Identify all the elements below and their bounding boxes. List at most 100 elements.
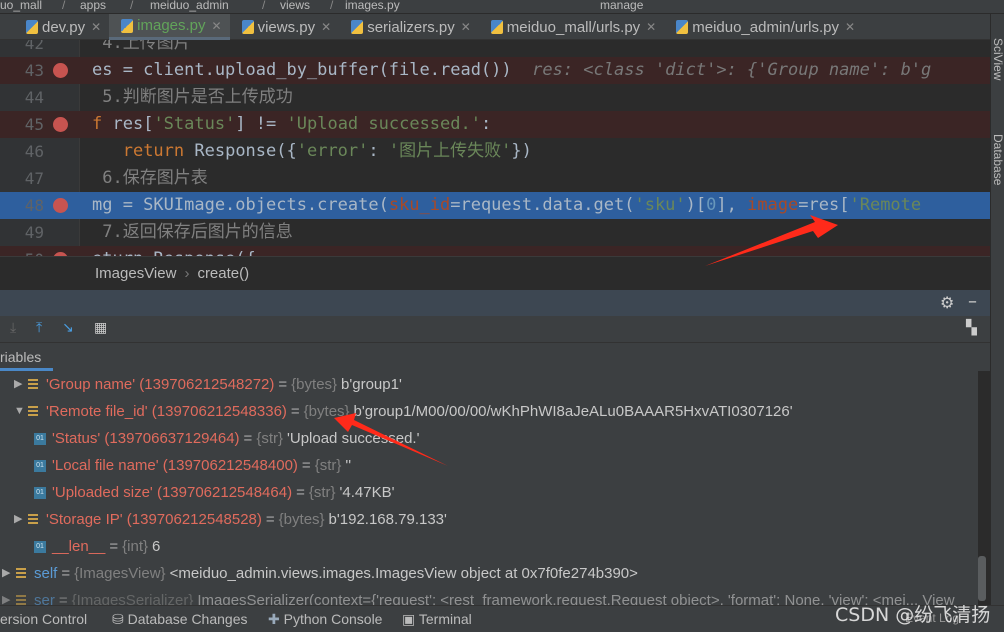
tab-views-py[interactable]: views.py ✕ — [230, 14, 340, 40]
minimize-icon[interactable]: – — [968, 291, 977, 312]
field-icon — [28, 379, 38, 390]
breakpoint-icon[interactable] — [53, 198, 68, 213]
line-number: 43 — [24, 61, 44, 80]
code-line[interactable]: 47 6.保存图片表 — [0, 165, 990, 192]
close-icon[interactable]: ✕ — [845, 20, 855, 34]
tab-label: serializers.py — [367, 18, 455, 36]
variables-tree[interactable]: ▶ 'Group name' (139706212548272) = {bytes} b… — [0, 371, 978, 605]
close-icon[interactable]: ✕ — [212, 19, 222, 33]
tab-dev-py[interactable]: dev.py ✕ — [14, 14, 109, 40]
tab-meiduo-admin-urls-py[interactable]: meiduo_admin/urls.py ✕ — [664, 14, 863, 40]
variable-row[interactable]: ▶ 'Group name' (139706212548272) = {bytes} b… — [14, 371, 402, 398]
run-config[interactable]: manage — [600, 0, 643, 12]
code-text: eturn Response({ — [92, 246, 256, 256]
tab-label: images.py — [137, 17, 206, 34]
variable-row[interactable]: ▼ 'Remote file_id' (139706212548336) = {byt… — [14, 398, 793, 425]
variable-row[interactable]: ▶ self = {ImagesView} <meiduo_admin.views.im… — [2, 560, 638, 587]
sciview-tab[interactable]: SciView — [991, 38, 1004, 80]
code-token: res: <class 'dict'>: {'Group name': b'g — [511, 60, 932, 80]
value-icon: 01 — [34, 540, 46, 553]
code-token: =res[ — [798, 195, 850, 215]
variable-name: 'Group name' (139706212548272) — [46, 376, 275, 393]
code-token: 'Upload successed.' — [286, 114, 481, 134]
variable-type: {ImagesView} — [74, 565, 166, 582]
python-file-icon — [241, 20, 254, 34]
code-token: image — [747, 195, 799, 215]
tab-serializers-py[interactable]: serializers.py ✕ — [339, 14, 479, 40]
collapsed-arrow-icon[interactable]: ▶ — [14, 371, 28, 398]
python-file-icon — [26, 20, 38, 34]
tab-label: views.py — [257, 18, 316, 36]
variable-row[interactable]: ▶ ser = {ImagesSerializer} ImagesSerializer(… — [2, 587, 955, 605]
breakpoint-icon[interactable] — [53, 63, 68, 78]
breakpoint-icon[interactable] — [53, 117, 68, 132]
code-line[interactable]: 50 eturn Response({ — [0, 246, 990, 256]
variable-name: 'Uploaded size' (139706212548464) — [52, 484, 293, 501]
tab-meiduo-mall-urls-py[interactable]: meiduo_mall/urls.py ✕ — [479, 14, 664, 40]
variable-row[interactable]: 01 __len__ = {int} 6 — [34, 533, 160, 560]
run-to-cursor-icon[interactable]: ↘ — [62, 320, 74, 336]
variable-row[interactable]: 01 'Status' (139706637129464) = {str} 'Uploa… — [34, 425, 419, 452]
variable-name: ser — [34, 592, 55, 605]
code-line[interactable]: 42 4.上传图片 — [0, 40, 990, 57]
expanded-arrow-icon[interactable]: ▼ — [14, 398, 28, 425]
database-changes-label: Database Changes — [127, 611, 248, 627]
variable-row[interactable]: 01 'Local file name' (139706212548400) = {s… — [34, 452, 351, 479]
nav-path-1[interactable]: apps — [80, 0, 106, 12]
collapsed-arrow-icon[interactable]: ▶ — [14, 506, 28, 533]
variable-row[interactable]: 01 'Uploaded size' (139706212548464) = {str… — [34, 479, 394, 506]
collapsed-arrow-icon[interactable]: ▶ — [2, 560, 16, 587]
code-editor[interactable]: 42 4.上传图片 43 es = client.upload_by_buffer(… — [0, 40, 990, 256]
layout-icon[interactable]: ▚ — [966, 320, 977, 336]
close-icon[interactable]: ✕ — [461, 20, 471, 34]
code-line[interactable]: 43 es = client.upload_by_buffer(file.read… — [0, 57, 990, 84]
code-line[interactable]: 46 return Response({'error': '图片上传失败'}) — [0, 138, 990, 165]
code-token: 'error' — [296, 141, 369, 161]
terminal-label: Terminal — [418, 611, 472, 627]
line-number: 44 — [24, 88, 44, 107]
line-number: 48 — [24, 196, 44, 215]
nav-path-4[interactable]: images.py — [345, 0, 400, 12]
code-line[interactable]: 44 5.判断图片是否上传成功 — [0, 84, 990, 111]
evaluate-expression-icon[interactable]: ▦ — [94, 320, 107, 336]
code-token: mg = SKUImage.objects.create( — [92, 195, 389, 215]
code-token: =request.data.get( — [450, 195, 635, 215]
variable-name: 'Remote file_id' (139706212548336) — [46, 403, 287, 420]
variable-value: b'group1/M00/00/00/wKhPhWI8aJeALu0BAAAR5… — [353, 403, 793, 420]
close-icon[interactable]: ✕ — [91, 20, 101, 34]
database-tab[interactable]: Database — [991, 134, 1004, 185]
code-token: 5.判断图片是否上传成功 — [92, 87, 293, 107]
tab-images-py[interactable]: images.py ✕ — [109, 14, 230, 40]
step-out-icon[interactable]: ⤒ — [36, 320, 42, 336]
code-line[interactable]: 49 7.返回保存后图片的信息 — [0, 219, 990, 246]
collapsed-arrow-icon[interactable]: ▶ — [2, 587, 16, 605]
nav-path-0[interactable]: uo_mall — [0, 0, 42, 12]
breadcrumb-method[interactable]: create() — [197, 265, 249, 282]
gear-icon[interactable]: ⚙ — [940, 293, 954, 312]
terminal-button[interactable]: ▣ Terminal — [402, 611, 472, 628]
code-text: 4.上传图片 — [92, 40, 190, 57]
python-console-button[interactable]: ✚ Python Console — [268, 611, 382, 628]
version-control-button[interactable]: ersion Control — [0, 611, 87, 627]
breadcrumb-class[interactable]: ImagesView — [95, 265, 176, 282]
variable-row[interactable]: ▶ 'Storage IP' (139706212548528) = {bytes} b… — [14, 506, 447, 533]
equals: = — [58, 592, 68, 605]
tab-label: meiduo_mall/urls.py — [506, 18, 641, 36]
right-tool-strip: SciView Database — [990, 14, 1004, 605]
code-line[interactable]: 45 f res['Status'] != 'Upload successed.'… — [0, 111, 990, 138]
step-into-disabled-icon[interactable]: ⤓ — [10, 320, 16, 336]
code-token: 'Status' — [153, 114, 236, 134]
code-line[interactable]: 48 mg = SKUImage.objects.create(sku_id=re… — [0, 192, 990, 219]
nav-path-2[interactable]: meiduo_admin — [150, 0, 229, 12]
field-icon — [28, 406, 38, 417]
python-file-icon — [676, 20, 689, 34]
code-text: f res['Status'] != 'Upload successed.': — [92, 111, 491, 138]
tab-variables[interactable]: riables — [0, 349, 54, 371]
nav-path-3[interactable]: views — [280, 0, 310, 12]
variable-type: {ImagesSerializer} — [71, 592, 194, 605]
close-icon[interactable]: ✕ — [646, 20, 656, 34]
close-icon[interactable]: ✕ — [321, 20, 331, 34]
variables-scrollbar[interactable] — [978, 556, 986, 601]
database-changes-button[interactable]: ⛁ Database Changes — [112, 611, 248, 628]
code-text: 5.判断图片是否上传成功 — [92, 84, 293, 111]
